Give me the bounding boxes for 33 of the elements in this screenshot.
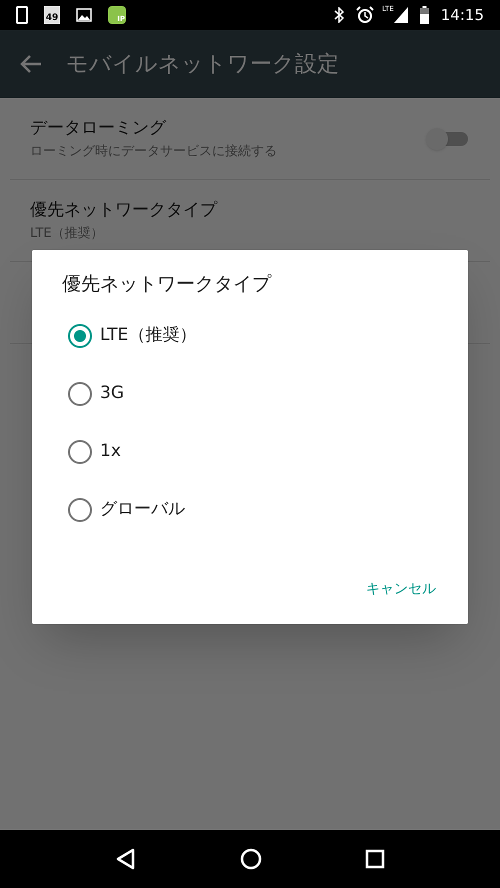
back-icon[interactable]	[115, 848, 138, 870]
home-icon[interactable]	[240, 848, 262, 870]
setting-row[interactable]: データローミング ローミング時にデータサービスに接続する	[10, 98, 490, 180]
roaming-switch[interactable]	[426, 126, 470, 150]
radio-button[interactable]	[68, 324, 92, 348]
setting-summary: LTE（推奨）	[30, 224, 105, 242]
radio-button[interactable]	[68, 440, 92, 464]
bluetooth-icon	[334, 7, 344, 23]
screen-title: モバイルネットワーク設定	[66, 50, 339, 78]
alarm-icon	[356, 6, 374, 24]
recents-icon[interactable]	[364, 849, 385, 869]
setting-title: データローミング	[30, 117, 168, 140]
option-label: 3G	[100, 382, 124, 405]
radio-option[interactable]: LTE（推奨）	[32, 306, 468, 364]
image-icon	[76, 8, 92, 22]
battery-icon	[420, 6, 429, 24]
radio-option[interactable]: グローバル	[32, 480, 468, 538]
dialog-title: 優先ネットワークタイプ	[61, 272, 272, 297]
option-label: グローバル	[100, 498, 185, 521]
phone-icon	[16, 6, 28, 24]
radio-button[interactable]	[68, 382, 92, 406]
radio-option[interactable]: 3G	[32, 364, 468, 422]
calendar-icon: 49	[44, 6, 60, 24]
cancel-button[interactable]: キャンセル	[358, 570, 444, 608]
radio-button[interactable]	[68, 498, 92, 522]
radio-option[interactable]: 1x	[32, 422, 468, 480]
setting-title: 優先ネットワークタイプ	[30, 199, 218, 222]
clock: 14:15	[440, 4, 484, 26]
signal-icon	[394, 7, 408, 23]
setting-summary: ローミング時にデータサービスに接続する	[30, 142, 278, 160]
option-label: 1x	[100, 440, 121, 463]
option-label: LTE（推奨）	[100, 324, 196, 347]
back-arrow-icon[interactable]	[20, 54, 42, 74]
